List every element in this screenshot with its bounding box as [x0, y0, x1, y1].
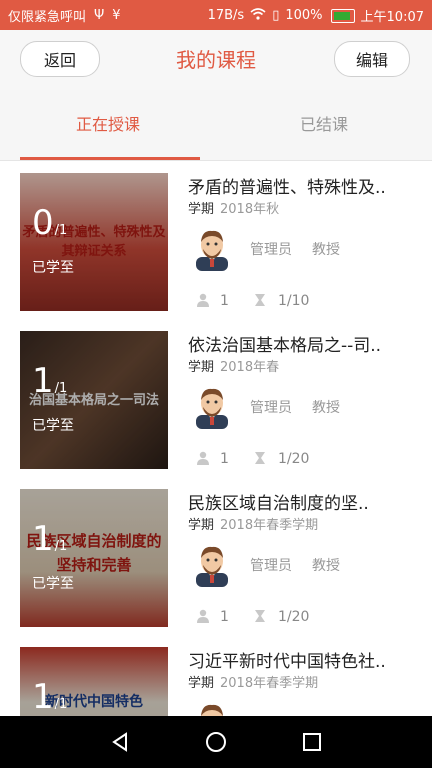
- tab-in-progress[interactable]: 正在授课: [0, 90, 216, 160]
- teacher-role: 管理员: [250, 242, 292, 258]
- course-title[interactable]: 依法治国基本格局之--司..: [188, 331, 418, 356]
- course-title[interactable]: 矛盾的普遍性、特殊性及..: [188, 173, 418, 198]
- top-bar: 我的课程 返回 编辑: [0, 30, 432, 90]
- teacher-role: 管理员: [250, 558, 292, 574]
- course-list[interactable]: 矛盾的普遍性、特殊性及其辩证关系 0/1 已学至 矛盾的普遍性、特殊性及.. 学…: [0, 161, 432, 716]
- teacher-rank: 教授: [312, 242, 340, 258]
- progress-counter: 1/1: [32, 677, 68, 716]
- net-speed: 17B/s: [207, 8, 245, 23]
- system-nav-bar: [0, 716, 432, 768]
- course-term: 学期 2018年春: [188, 360, 280, 375]
- studied-label: 已学至: [32, 418, 74, 434]
- progress-counter: 1/1: [32, 361, 68, 401]
- teacher-avatar: [196, 230, 228, 271]
- teacher-rank: 教授: [312, 400, 340, 416]
- active-tab-indicator: [20, 157, 200, 160]
- course-term: 学期 2018年秋: [188, 202, 280, 217]
- lesson-ratio: 1/20: [278, 451, 310, 467]
- usb-icon: Ψ: [94, 8, 105, 23]
- home-circle-icon[interactable]: [204, 730, 228, 754]
- edit-button[interactable]: 编辑: [334, 41, 410, 77]
- lesson-ratio: 1/20: [278, 609, 310, 625]
- sim-icon: ▯: [272, 8, 280, 23]
- progress-counter: 1/1: [32, 519, 68, 559]
- teacher-avatar: [196, 388, 228, 429]
- teacher-rank: 教授: [312, 558, 340, 574]
- tab-bar: 正在授课 已结课: [0, 90, 432, 161]
- course-item[interactable]: 治国基本格局之一司法 1/1 已学至 依法治国基本格局之--司.. 学期 2018…: [0, 319, 432, 477]
- course-thumbnail[interactable]: 治国基本格局之一司法 1/1 已学至: [20, 331, 168, 469]
- person-icon: [197, 451, 209, 465]
- clock: 上午10:07: [360, 10, 424, 25]
- back-button[interactable]: 返回: [20, 41, 100, 77]
- course-term: 学期 2018年春季学期: [188, 676, 319, 691]
- course-item[interactable]: 民族区域自治制度的坚持和完善 1/1 已学至 民族区域自治制度的坚.. 学期 20…: [0, 477, 432, 635]
- battery-icon: [330, 8, 355, 23]
- back-triangle-icon[interactable]: [108, 730, 132, 754]
- course-term: 学期 2018年春季学期: [188, 518, 319, 533]
- usb-debug-icon: ¥: [112, 8, 121, 23]
- student-count: 1: [220, 293, 229, 309]
- teacher-role: 管理员: [250, 400, 292, 416]
- progress-counter: 0/1: [32, 203, 68, 243]
- teacher-avatar: [196, 546, 228, 587]
- student-count: 1: [220, 451, 229, 467]
- course-title[interactable]: 民族区域自治制度的坚..: [188, 489, 418, 514]
- status-bar: 仅限紧急呼叫 Ψ ¥ 17B/s ▯ 100% 上午10:07: [0, 0, 432, 30]
- hourglass-icon: [255, 294, 265, 306]
- course-item[interactable]: 新时代中国特色 1/1 习近平新时代中国特色社.. 学期2018年春季学期 管理…: [0, 635, 432, 716]
- course-item[interactable]: 矛盾的普遍性、特殊性及其辩证关系 0/1 已学至 矛盾的普遍性、特殊性及.. 学…: [0, 161, 432, 319]
- course-thumbnail[interactable]: 新时代中国特色 1/1: [20, 647, 168, 716]
- tab-finished[interactable]: 已结课: [216, 90, 432, 160]
- course-title[interactable]: 习近平新时代中国特色社..: [188, 647, 418, 672]
- student-count: 1: [220, 609, 229, 625]
- wifi-icon: [250, 7, 266, 24]
- battery-text: 100%: [285, 8, 323, 23]
- studied-label: 已学至: [32, 576, 74, 592]
- hourglass-icon: [255, 452, 265, 464]
- studied-label: 已学至: [32, 260, 74, 276]
- hourglass-icon: [255, 610, 265, 622]
- course-thumbnail[interactable]: 矛盾的普遍性、特殊性及其辩证关系 0/1 已学至: [20, 173, 168, 311]
- carrier-text: 仅限紧急呼叫: [8, 10, 87, 25]
- teacher-avatar: [201, 704, 223, 716]
- recent-square-icon[interactable]: [300, 730, 324, 754]
- person-icon: [197, 609, 209, 623]
- person-icon: [197, 293, 209, 307]
- lesson-ratio: 1/10: [278, 293, 310, 309]
- course-thumbnail[interactable]: 民族区域自治制度的坚持和完善 1/1 已学至: [20, 489, 168, 627]
